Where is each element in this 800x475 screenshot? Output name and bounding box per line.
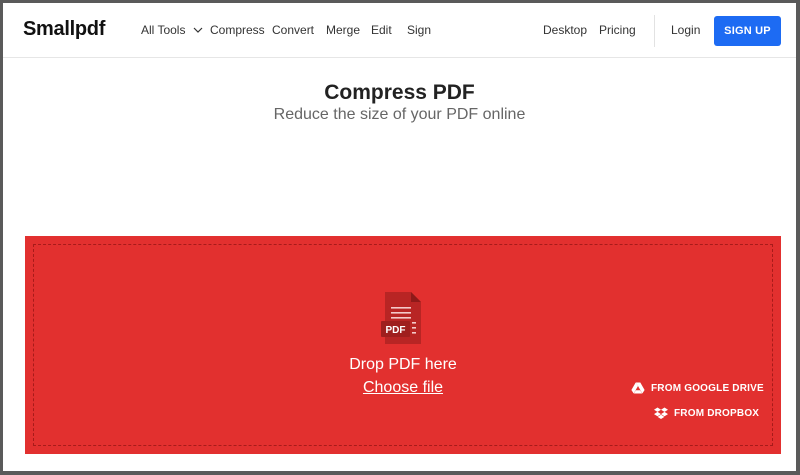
nav-edit[interactable]: Edit [371, 23, 392, 37]
nav-all-tools-label: All Tools [141, 23, 186, 37]
from-dropbox-button[interactable]: FROM DROPBOX [654, 407, 760, 419]
dropbox-label: FROM DROPBOX [674, 408, 760, 419]
top-header: Smallpdf All Tools Compress Convert Merg… [3, 3, 796, 58]
sign-up-button[interactable]: SIGN UP [714, 16, 781, 46]
nav-desktop[interactable]: Desktop [543, 23, 587, 37]
google-drive-label: FROM GOOGLE DRIVE [651, 383, 764, 394]
nav-pricing[interactable]: Pricing [599, 23, 636, 37]
pdf-icon-label: PDF [386, 325, 406, 336]
header-divider [654, 15, 655, 47]
from-google-drive-button[interactable]: FROM GOOGLE DRIVE [631, 382, 764, 394]
google-drive-icon [631, 382, 645, 394]
choose-file-label: Choose file [362, 379, 444, 396]
page-subtitle: Reduce the size of your PDF online [273, 106, 526, 123]
page-title: Compress PDF [324, 81, 475, 104]
nav-merge[interactable]: Merge [326, 23, 360, 37]
smallpdf-logo[interactable]: Smallpdf [23, 18, 105, 41]
drop-instruction: Drop PDF here [349, 356, 457, 373]
nav-sign[interactable]: Sign [407, 23, 431, 37]
browser-frame: Smallpdf All Tools Compress Convert Merg… [0, 0, 800, 475]
nav-all-tools[interactable]: All Tools [141, 23, 203, 37]
login-link[interactable]: Login [671, 23, 700, 37]
chevron-down-icon [193, 27, 203, 33]
pdf-file-icon: PDF [381, 292, 421, 344]
nav-compress[interactable]: Compress [210, 23, 265, 37]
dropbox-icon [654, 407, 668, 419]
file-drop-zone[interactable]: PDF Drop PDF here Choose file FROM GOOGL… [25, 236, 781, 454]
nav-convert[interactable]: Convert [272, 23, 314, 37]
